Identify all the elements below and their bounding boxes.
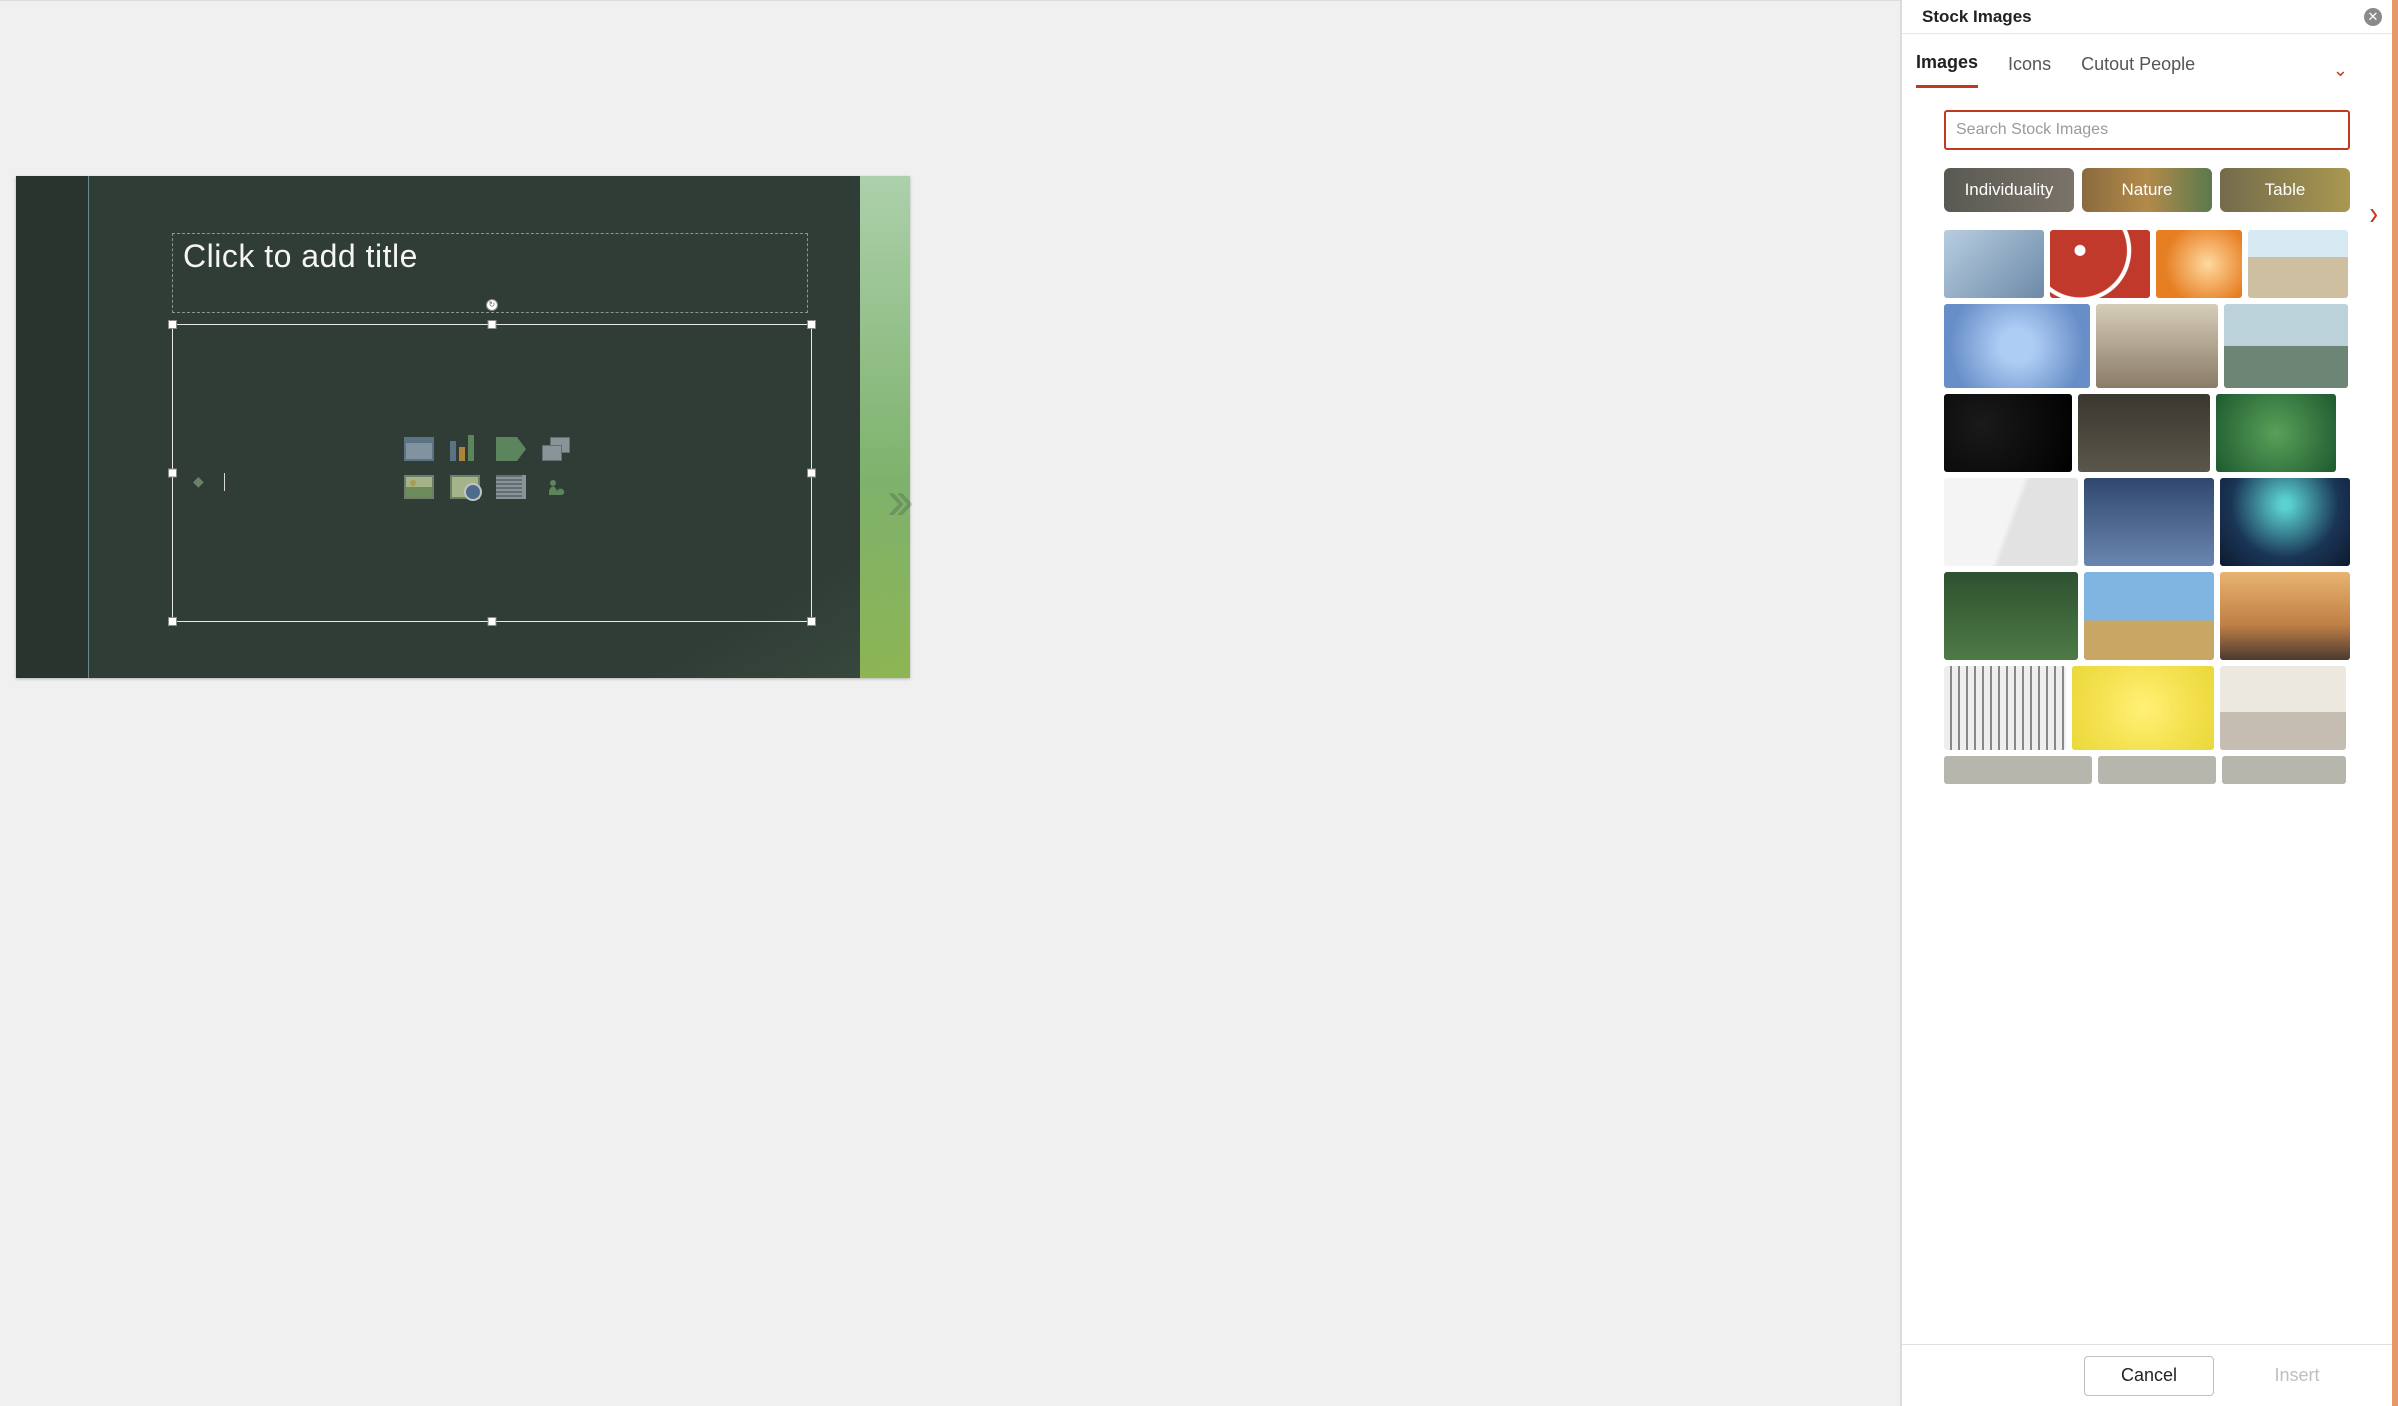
result-thumb[interactable] (2096, 304, 2218, 388)
slide-chevron-decor: ›› (887, 467, 904, 532)
slide-left-strip (16, 176, 88, 678)
insert-smartart-icon[interactable] (496, 437, 526, 461)
resize-handle-mr[interactable] (807, 469, 816, 478)
result-thumb[interactable] (2050, 230, 2150, 298)
result-thumb[interactable] (1944, 756, 2092, 784)
stock-images-panel: Stock Images ✕ Images Icons Cutout Peopl… (1901, 0, 2398, 1406)
resize-handle-br[interactable] (807, 617, 816, 626)
results-grid (1944, 230, 2352, 1344)
tabs-more-button[interactable]: ⌄ (2333, 60, 2348, 81)
result-thumb[interactable] (2084, 478, 2214, 566)
title-placeholder-text: Click to add title (183, 238, 418, 275)
insert-chart-icon[interactable] (450, 437, 480, 461)
content-placeholder-icons (404, 437, 580, 509)
slide-accent-bar (860, 176, 910, 678)
tab-cutout-people[interactable]: Cutout People (2081, 54, 2195, 87)
close-icon: ✕ (2368, 10, 2379, 23)
insert-button: Insert (2232, 1356, 2362, 1396)
slide-left-divider (88, 176, 89, 678)
result-thumb (2216, 394, 2336, 472)
resize-handle-tm[interactable] (488, 320, 497, 329)
bullet-cursor: ◆ (193, 473, 225, 491)
result-thumb[interactable] (2078, 394, 2210, 472)
result-thumb[interactable] (2072, 666, 2214, 750)
chevron-right-icon: › (2369, 193, 2378, 232)
insert-onlinepic-icon[interactable] (450, 475, 480, 499)
resize-handle-ml[interactable] (168, 469, 177, 478)
category-individuality[interactable]: Individuality (1944, 168, 2074, 212)
result-thumb[interactable] (2248, 230, 2348, 298)
resize-handle-bl[interactable] (168, 617, 177, 626)
result-thumb[interactable] (1944, 572, 2078, 660)
result-thumb[interactable] (2084, 572, 2214, 660)
slide[interactable]: ›› Click to add title ◆ (16, 176, 910, 678)
result-thumb[interactable] (2156, 230, 2242, 298)
resize-handle-tl[interactable] (168, 320, 177, 329)
result-thumb[interactable] (2098, 756, 2216, 784)
panel-footer: Cancel Insert (1902, 1344, 2392, 1406)
tab-icons[interactable]: Icons (2008, 54, 2051, 87)
panel-header: Stock Images ✕ (1902, 0, 2392, 34)
insert-video-icon[interactable] (496, 475, 526, 499)
rotate-handle[interactable] (486, 299, 498, 311)
result-thumb[interactable] (2224, 304, 2348, 388)
category-row: Individuality Nature Table (1944, 168, 2350, 212)
insert-icon-icon[interactable] (542, 475, 572, 499)
panel-tabs: Images Icons Cutout People ⌄ (1902, 34, 2392, 88)
insert-picture-icon[interactable] (404, 475, 434, 499)
tab-images[interactable]: Images (1916, 52, 1978, 88)
content-placeholder[interactable]: ◆ (172, 324, 812, 622)
result-thumb[interactable] (2220, 666, 2346, 750)
result-thumb[interactable] (2222, 756, 2346, 784)
result-thumb[interactable] (1944, 230, 2044, 298)
slide-canvas: ›› Click to add title ◆ (0, 0, 1901, 1406)
close-button[interactable]: ✕ (2364, 8, 2382, 26)
cancel-button[interactable]: Cancel (2084, 1356, 2214, 1396)
chevron-down-icon: ⌄ (2333, 60, 2348, 80)
result-thumb[interactable] (1944, 304, 2090, 388)
result-thumb[interactable] (1944, 478, 2078, 566)
resize-handle-tr[interactable] (807, 320, 816, 329)
result-thumb[interactable] (2220, 478, 2350, 566)
insert-3dmodel-icon[interactable] (542, 437, 572, 461)
resize-handle-bm[interactable] (488, 617, 497, 626)
category-table[interactable]: Table (2220, 168, 2350, 212)
search-input[interactable] (1944, 110, 2350, 150)
panel-title: Stock Images (1922, 7, 2032, 27)
category-nature[interactable]: Nature (2082, 168, 2212, 212)
category-next-button[interactable]: › (2369, 193, 2378, 233)
result-thumb[interactable] (1944, 394, 2072, 472)
result-thumb[interactable] (2220, 572, 2350, 660)
result-thumb[interactable] (1944, 666, 2066, 750)
insert-table-icon[interactable] (404, 437, 434, 461)
